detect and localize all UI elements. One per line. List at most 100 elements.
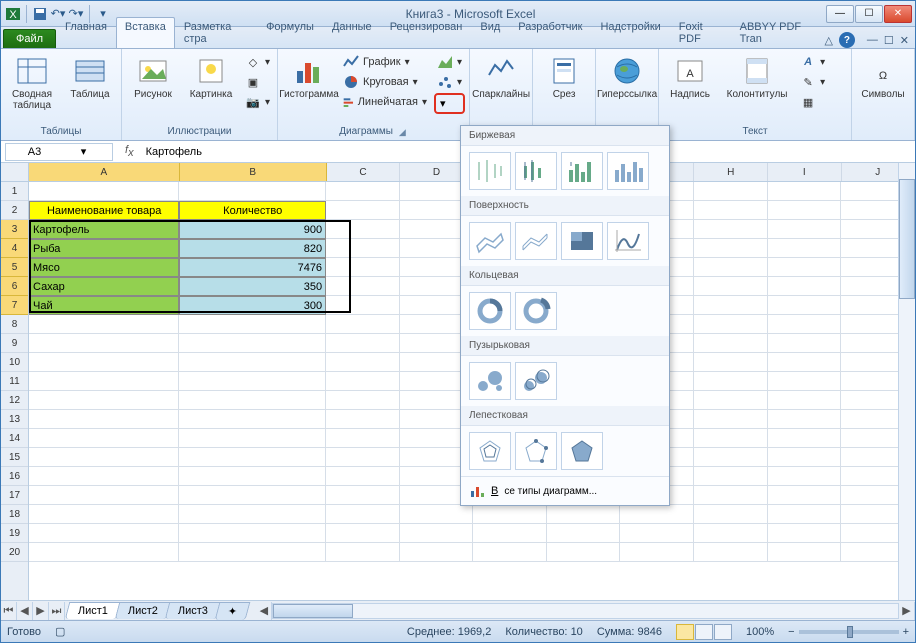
sheet-nav-prev[interactable]: ◀ (17, 602, 33, 620)
cell[interactable] (473, 543, 547, 562)
pivot-table-button[interactable]: Сводная таблица (5, 51, 59, 113)
zoom-slider[interactable]: −+ (788, 626, 909, 638)
sheet-nav-first[interactable]: ⏮ (1, 602, 17, 620)
tab-надстройки[interactable]: Надстройки (591, 17, 669, 48)
cell[interactable] (547, 543, 621, 562)
chart-type-thumb[interactable] (561, 152, 603, 190)
col-header[interactable]: A (29, 163, 180, 181)
cell[interactable]: Наименование товара (29, 201, 179, 220)
row-header[interactable]: 15 (1, 448, 28, 467)
cell[interactable] (694, 486, 768, 505)
cell[interactable] (326, 353, 400, 372)
cell[interactable] (694, 372, 768, 391)
cell[interactable] (768, 353, 842, 372)
row-header[interactable]: 20 (1, 543, 28, 562)
row-header[interactable]: 6 (1, 277, 28, 296)
cell[interactable] (326, 524, 400, 543)
sheet-nav-next[interactable]: ▶ (33, 602, 49, 620)
object-button[interactable]: ▦ (797, 93, 828, 111)
cell[interactable] (179, 391, 326, 410)
chart-type-thumb[interactable] (515, 432, 557, 470)
row-header[interactable]: 1 (1, 182, 28, 201)
col-header[interactable]: B (180, 163, 327, 181)
signature-button[interactable]: ✎▾ (797, 73, 828, 91)
cell[interactable] (326, 391, 400, 410)
view-page-break[interactable] (714, 624, 732, 640)
tab-foxit pdf[interactable]: Foxit PDF (670, 17, 731, 48)
child-restore-icon[interactable]: ☐ (884, 34, 894, 47)
cell[interactable] (326, 486, 400, 505)
col-header[interactable]: I (768, 163, 842, 181)
row-header[interactable]: 2 (1, 201, 28, 220)
cell[interactable] (620, 505, 694, 524)
chart-type-thumb[interactable] (469, 432, 511, 470)
symbols-button[interactable]: Ω Символы (856, 51, 910, 102)
chart-type-thumb[interactable] (607, 222, 649, 260)
cell[interactable] (694, 277, 768, 296)
save-icon[interactable] (32, 6, 48, 22)
select-all-corner[interactable] (1, 163, 28, 182)
cell[interactable] (694, 505, 768, 524)
headerfooter-button[interactable]: Колонтитулы (721, 51, 793, 102)
cell[interactable] (29, 334, 179, 353)
cell[interactable] (179, 372, 326, 391)
chevron-down-icon[interactable]: ▾ (59, 145, 108, 158)
cell[interactable] (29, 372, 179, 391)
cell[interactable] (326, 258, 400, 277)
pie-chart-button[interactable]: Круговая ▾ (340, 73, 430, 91)
cell[interactable] (768, 410, 842, 429)
tab-формулы[interactable]: Формулы (257, 17, 323, 48)
cell[interactable] (473, 505, 547, 524)
cell[interactable] (326, 277, 400, 296)
cell[interactable] (694, 467, 768, 486)
cell[interactable] (694, 315, 768, 334)
histogram-button[interactable]: Гистограмма (282, 51, 336, 102)
cell[interactable] (694, 182, 768, 201)
textbox-button[interactable]: A Надпись (663, 51, 717, 102)
cell[interactable] (768, 220, 842, 239)
child-minimize-icon[interactable]: — (867, 34, 878, 46)
chart-type-thumb[interactable] (515, 152, 557, 190)
cell[interactable] (620, 524, 694, 543)
cell[interactable] (179, 334, 326, 353)
cell[interactable]: 7476 (179, 258, 326, 277)
maximize-button[interactable]: ☐ (855, 5, 883, 23)
hyperlink-button[interactable]: Гиперссылка (600, 51, 654, 102)
sheet-tab[interactable]: Лист3 (165, 602, 222, 619)
sheet-tab[interactable]: Лист1 (65, 602, 122, 619)
row-header[interactable]: 5 (1, 258, 28, 277)
view-normal[interactable] (676, 624, 694, 640)
cell[interactable] (326, 182, 400, 201)
cell[interactable] (29, 391, 179, 410)
row-header[interactable]: 4 (1, 239, 28, 258)
bar-chart-button[interactable]: Линейчатая ▾ (340, 93, 430, 111)
cell[interactable] (768, 486, 842, 505)
shapes-button[interactable]: ◇▾ (242, 53, 273, 71)
cell[interactable] (694, 353, 768, 372)
cell[interactable] (326, 429, 400, 448)
cell[interactable] (768, 505, 842, 524)
cell[interactable] (179, 315, 326, 334)
sheet-nav-last[interactable]: ⏭ (49, 602, 65, 620)
cell[interactable] (179, 429, 326, 448)
cell[interactable] (547, 524, 621, 543)
cell[interactable] (179, 505, 326, 524)
slicer-button[interactable]: Срез (537, 51, 591, 102)
tab-вид[interactable]: Вид (471, 17, 509, 48)
cell[interactable]: Картофель (29, 220, 179, 239)
row-header[interactable]: 19 (1, 524, 28, 543)
cell[interactable] (400, 524, 474, 543)
cell[interactable] (326, 334, 400, 353)
row-header[interactable]: 18 (1, 505, 28, 524)
cell[interactable]: Чай (29, 296, 179, 315)
cell[interactable] (694, 296, 768, 315)
cell[interactable] (326, 220, 400, 239)
cell[interactable] (29, 429, 179, 448)
cell[interactable] (179, 543, 326, 562)
tab-разметка стра[interactable]: Разметка стра (175, 17, 257, 48)
cell[interactable] (400, 543, 474, 562)
clipart-button[interactable]: Картинка (184, 51, 238, 102)
chart-type-thumb[interactable] (515, 362, 557, 400)
view-page-layout[interactable] (695, 624, 713, 640)
cell[interactable] (326, 315, 400, 334)
